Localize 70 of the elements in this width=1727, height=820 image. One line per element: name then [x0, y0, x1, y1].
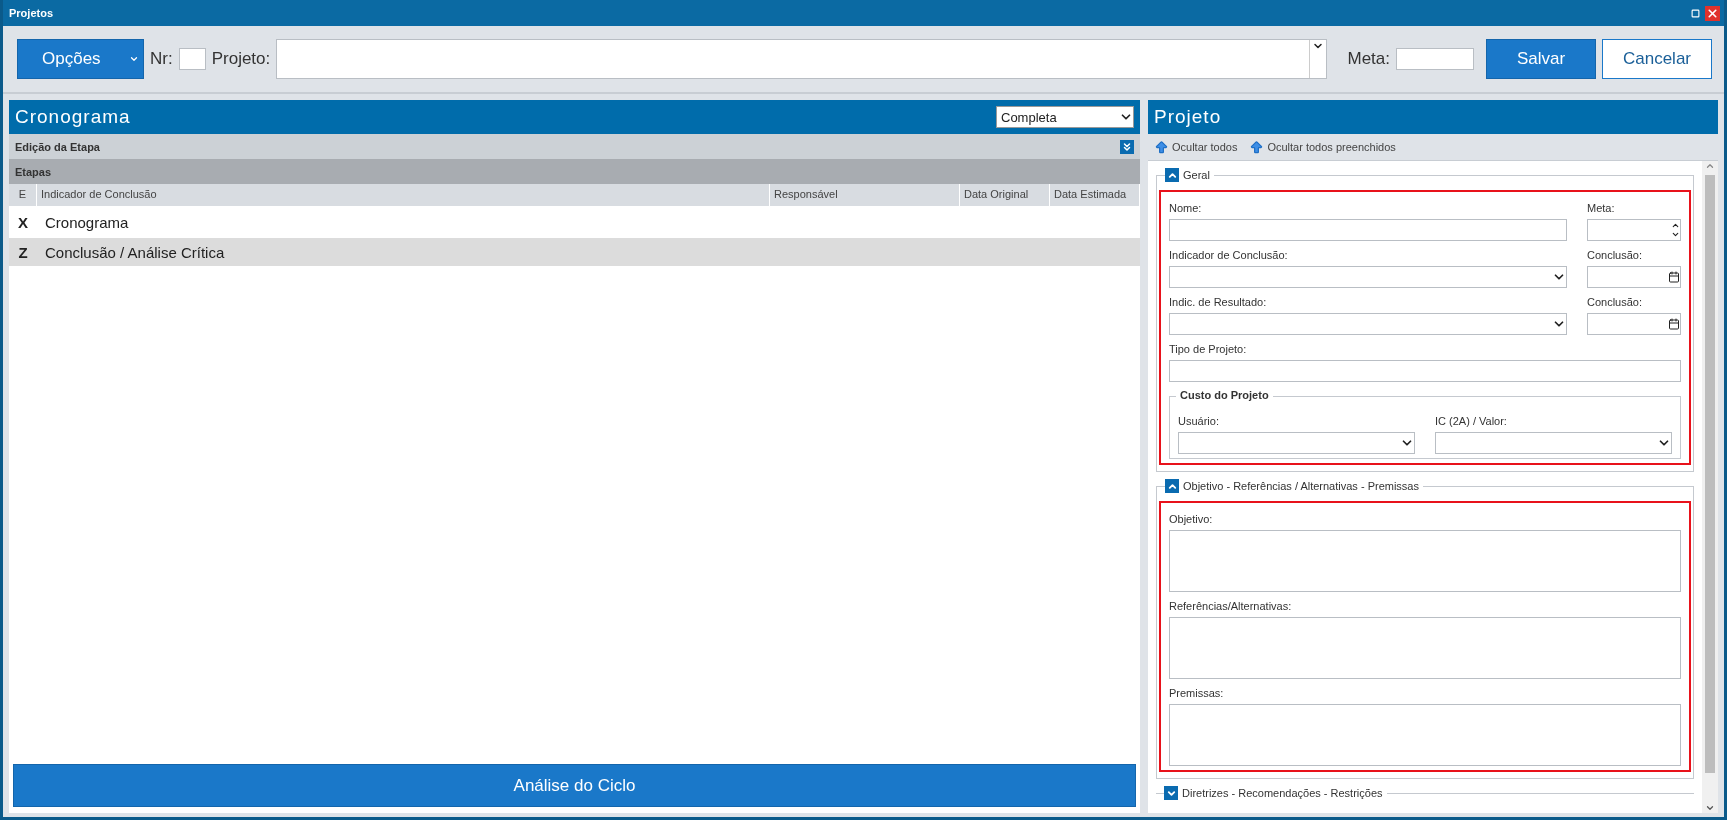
field-label: Meta:	[1587, 202, 1616, 214]
collapse-toggle-icon[interactable]	[1165, 479, 1179, 493]
field-label: Indic. de Resultado:	[1169, 296, 1268, 308]
field-label: IC (2A) / Valor:	[1435, 415, 1508, 427]
arrow-up-icon	[1154, 139, 1169, 155]
field-label: Tipo de Projeto:	[1169, 343, 1248, 355]
field-label: Usuário:	[1178, 415, 1220, 427]
project-label: Projeto:	[211, 49, 271, 69]
date-field[interactable]	[1587, 313, 1681, 335]
input-field[interactable]	[1169, 219, 1567, 241]
dropdown-field[interactable]	[1435, 432, 1672, 454]
table-cell-text: X	[17, 213, 29, 231]
column-header: E	[9, 184, 37, 206]
cancel-button[interactable]: Cancelar	[1602, 39, 1712, 79]
text-area[interactable]	[1169, 704, 1681, 766]
arrow-up-icon	[1249, 139, 1265, 155]
table-cell-text: Cronograma	[44, 213, 130, 231]
field-label: Nome:	[1169, 202, 1203, 214]
field-label: Conclusão:	[1587, 296, 1644, 308]
options-button[interactable]: Opções	[17, 39, 144, 79]
field-label: Referências/Alternativas:	[1169, 600, 1293, 612]
caret-icon	[129, 54, 139, 64]
field-label: Conclusão:	[1587, 249, 1644, 261]
column-header: Indicador de Conclusão	[37, 184, 770, 206]
expand-toggle-icon[interactable]	[1120, 139, 1134, 154]
dropdown-field[interactable]	[1178, 432, 1415, 454]
input-field[interactable]	[1169, 360, 1681, 382]
column-header: Responsável	[770, 184, 960, 206]
field-label: Objetivo:	[1169, 513, 1214, 525]
group-title: Custo do Projeto	[1176, 389, 1273, 401]
meta-label: Meta:	[1347, 49, 1390, 69]
section-title: Objetivo - Referências / Alternativas - Premissas	[1183, 480, 1419, 492]
project-field[interactable]	[276, 39, 1328, 79]
section-title: Geral	[1183, 169, 1210, 181]
collapse-toggle-icon[interactable]	[1165, 168, 1179, 182]
section-title: Edição da Etapa	[15, 140, 100, 153]
nr-label: Nr:	[150, 49, 173, 69]
meta-field[interactable]	[1396, 48, 1474, 70]
calendar-icon[interactable]	[1668, 271, 1680, 283]
column-header: Data Estimada	[1050, 184, 1140, 206]
text-area[interactable]	[1169, 617, 1681, 679]
close-button[interactable]	[1705, 5, 1720, 21]
scroll-up-icon[interactable]	[1705, 161, 1715, 171]
scroll-down-icon[interactable]	[1705, 803, 1715, 813]
column-header: Data Original	[960, 184, 1050, 206]
maximize-button[interactable]	[1688, 6, 1702, 20]
filter-dropdown[interactable]: Completa	[996, 106, 1134, 128]
table-cell-text: Conclusão / Análise Crítica	[44, 243, 226, 261]
hide-all-button[interactable]: Ocultar todos preenchidos	[1249, 139, 1396, 155]
table-cell-text: Z	[17, 243, 29, 261]
dropdown-field[interactable]	[1169, 313, 1567, 335]
field-label: Premissas:	[1169, 687, 1225, 699]
panel-title: Cronograma	[15, 106, 131, 128]
window-title: Projetos	[9, 7, 53, 19]
number-field[interactable]	[1587, 219, 1681, 241]
dropdown-field[interactable]	[1169, 266, 1567, 288]
cycle-analysis-button[interactable]: Análise do Ciclo	[13, 764, 1136, 807]
field-label: Indicador de Conclusão:	[1169, 249, 1289, 261]
calendar-icon[interactable]	[1668, 318, 1680, 330]
save-button[interactable]: Salvar	[1486, 39, 1596, 79]
section-title: Diretrizes - Recomendações - Restrições	[1182, 787, 1383, 799]
group-title: Etapas	[15, 165, 52, 178]
panel-title: Projeto	[1154, 106, 1222, 128]
scrollbar[interactable]	[1702, 161, 1718, 813]
date-field[interactable]	[1587, 266, 1681, 288]
table-row[interactable]: Z Conclusão / Análise Crítica	[9, 238, 1140, 266]
nr-field[interactable]	[178, 48, 206, 70]
text-area[interactable]	[1169, 530, 1681, 592]
hide-all-button[interactable]: Ocultar todos	[1154, 139, 1238, 155]
expand-toggle-icon[interactable]	[1164, 786, 1178, 800]
